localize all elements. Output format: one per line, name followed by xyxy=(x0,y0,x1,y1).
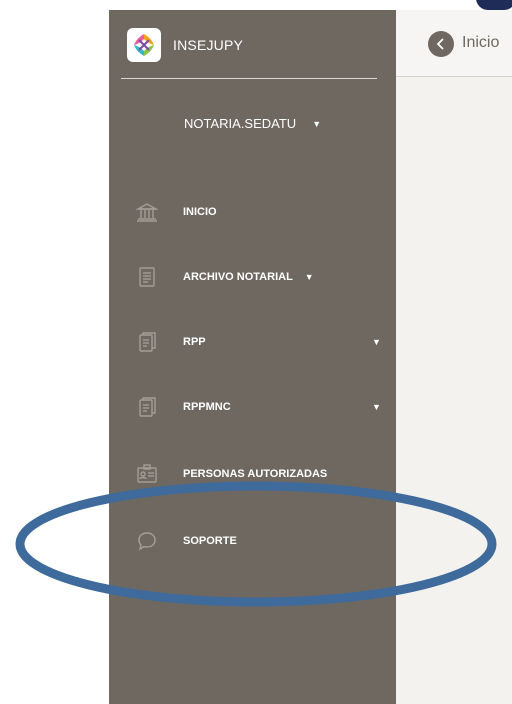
sidebar-item-label: ARCHIVO NOTARIAL xyxy=(183,271,293,283)
caret-down-icon: ▼ xyxy=(372,402,381,412)
sidebar-item-label: PERSONAS AUTORIZADAS xyxy=(183,468,328,480)
caret-down-icon: ▼ xyxy=(312,118,322,129)
brand-divider xyxy=(121,78,377,79)
main-content: Inicio xyxy=(396,10,512,704)
brand[interactable]: INSEJUPY xyxy=(127,28,243,62)
chat-icon xyxy=(136,530,158,552)
back-button[interactable] xyxy=(428,31,454,57)
documents-icon xyxy=(136,396,158,418)
sidebar-item-label: SOPORTE xyxy=(183,535,237,547)
document-icon xyxy=(136,266,158,288)
top-right-button-corner[interactable] xyxy=(476,0,512,10)
sidebar-item-label: INICIO xyxy=(183,206,217,218)
sidebar-item-rppmnc[interactable]: RPPMNC ▼ xyxy=(136,396,386,418)
sidebar: INSEJUPY NOTARIA.SEDATU ▼ INICIO ARCHIVO… xyxy=(109,10,396,704)
page-title: Inicio xyxy=(462,34,500,51)
user-name: NOTARIA.SEDATU xyxy=(184,116,297,131)
sidebar-item-archivo-notarial[interactable]: ARCHIVO NOTARIAL ▼ xyxy=(136,266,386,288)
sidebar-item-rpp[interactable]: RPP ▼ xyxy=(136,331,386,353)
sidebar-item-label: RPP xyxy=(183,336,206,348)
user-menu[interactable]: NOTARIA.SEDATU ▼ xyxy=(184,116,321,131)
page-header: Inicio xyxy=(396,10,512,77)
brand-name: INSEJUPY xyxy=(173,37,244,53)
documents-icon xyxy=(136,331,158,353)
insejupy-logo-icon xyxy=(127,28,161,62)
bank-icon xyxy=(136,201,158,223)
chevron-left-icon xyxy=(436,38,444,50)
caret-down-icon: ▼ xyxy=(304,272,314,282)
sidebar-item-label: RPPMNC xyxy=(183,401,231,413)
sidebar-item-personas-autorizadas[interactable]: PERSONAS AUTORIZADAS xyxy=(136,463,386,485)
sidebar-item-soporte[interactable]: SOPORTE xyxy=(136,530,386,552)
app-root: INSEJUPY NOTARIA.SEDATU ▼ INICIO ARCHIVO… xyxy=(0,0,512,704)
sidebar-item-inicio[interactable]: INICIO xyxy=(136,201,386,223)
caret-down-icon: ▼ xyxy=(372,337,381,347)
id-card-icon xyxy=(136,463,158,485)
